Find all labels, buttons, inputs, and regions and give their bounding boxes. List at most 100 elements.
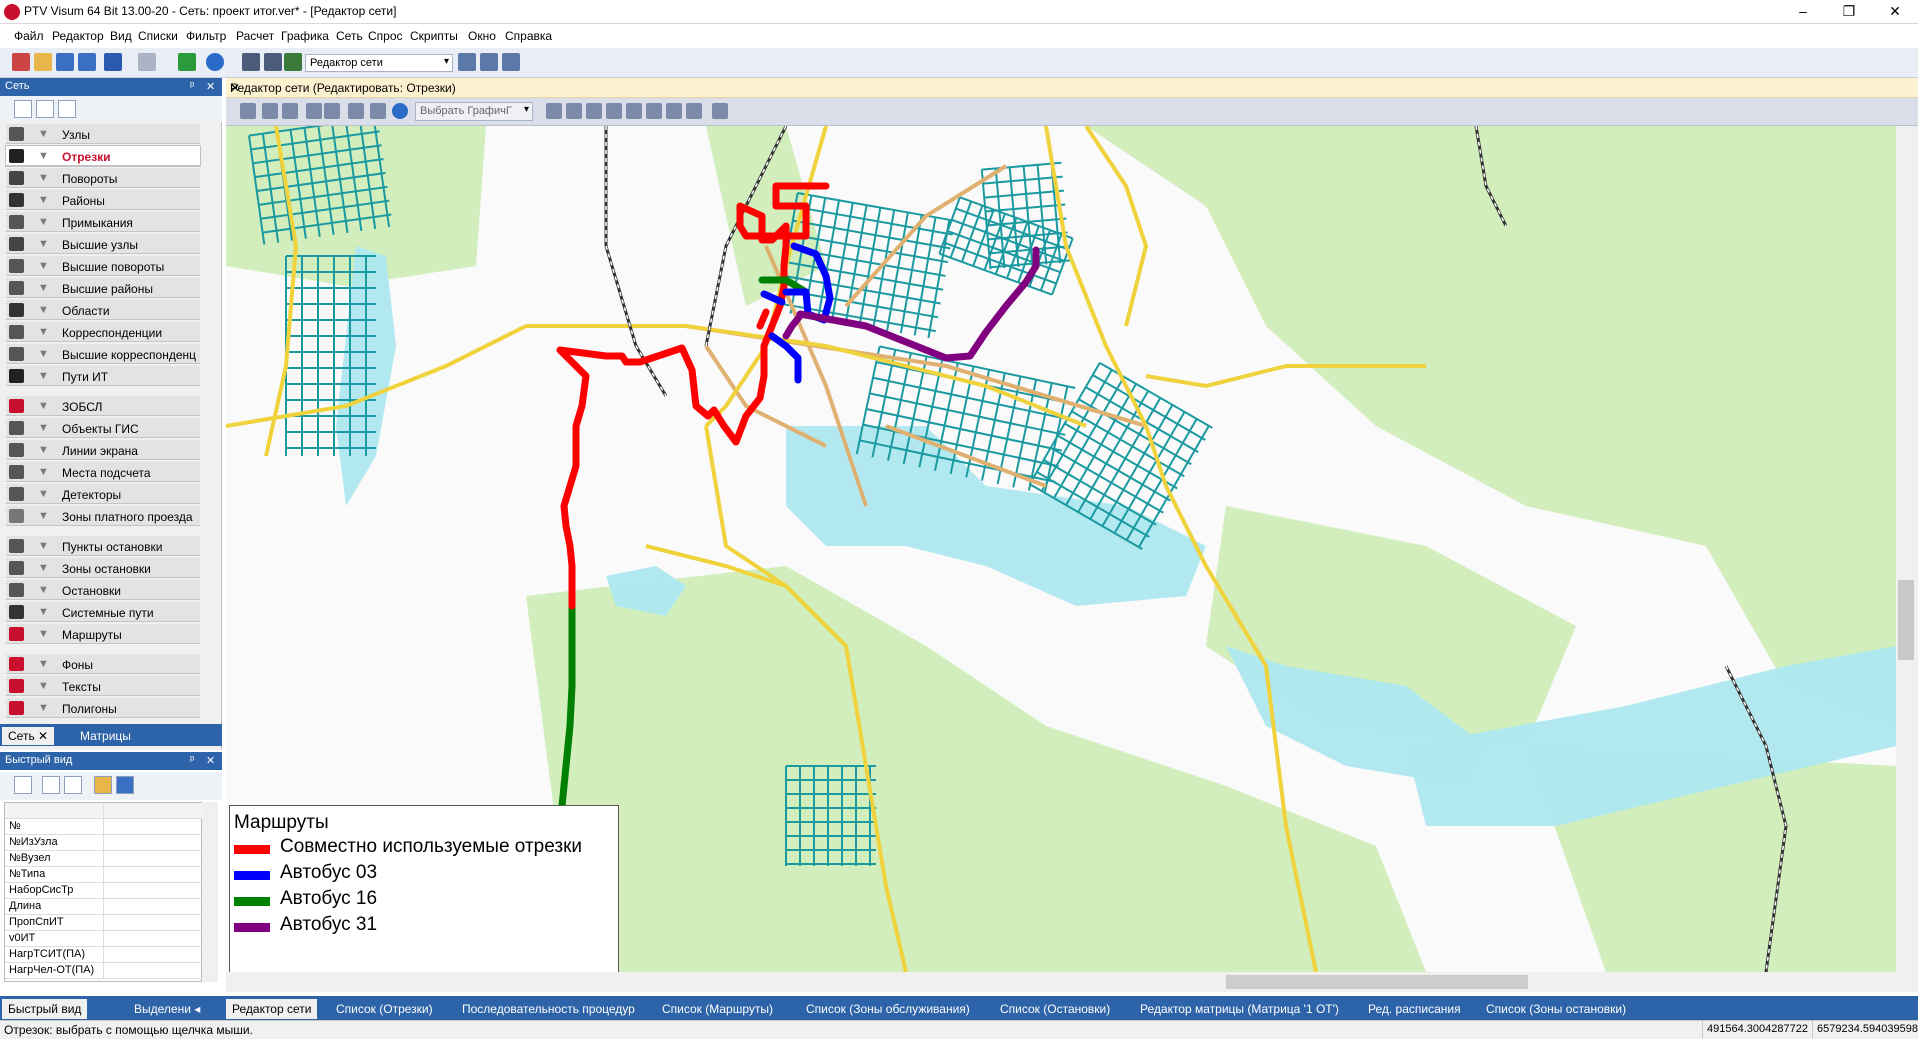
filter-icon[interactable]: ▼ (38, 584, 49, 596)
paste-icon[interactable] (64, 776, 82, 794)
network-item[interactable]: ▼ Объекты ГИС (6, 418, 200, 438)
print-icon[interactable] (348, 103, 364, 119)
network-item[interactable]: ▼ Зоны остановки (6, 558, 200, 578)
menu-scripts[interactable]: Скрипты (410, 29, 458, 43)
network-item[interactable]: ▼ Районы (6, 190, 200, 210)
tab-matrix-editor[interactable]: Редактор матрицы (Матрица '1 ОТ') (1134, 999, 1345, 1019)
save-all-icon[interactable] (78, 53, 96, 71)
tab-network[interactable]: Сеть ✕ (2, 727, 55, 745)
open-icon[interactable] (94, 776, 112, 794)
route-icon[interactable] (324, 103, 340, 119)
filter-icon[interactable]: ▼ (38, 304, 49, 316)
attribute-row[interactable]: НаборСисТр (5, 883, 203, 899)
filter-icon[interactable]: ▼ (38, 658, 49, 670)
info-icon[interactable] (206, 53, 224, 71)
network-item[interactable]: ▼ Пункты остановки (6, 536, 200, 556)
edit-icon[interactable] (686, 103, 702, 119)
pan-hand-icon[interactable] (646, 103, 662, 119)
close-icon[interactable]: ✕ (206, 754, 215, 767)
attribute-row[interactable]: НагрЧел-ОТ(ПА) (5, 963, 203, 979)
map-settings-icon[interactable] (712, 103, 728, 119)
filter-icon[interactable]: ▼ (38, 260, 49, 272)
tab-links-list[interactable]: Список (Отрезки) (330, 999, 439, 1019)
tab-stops-list[interactable]: Список (Остановки) (994, 999, 1116, 1019)
network-item[interactable]: ▼ Узлы (6, 124, 200, 144)
attribute-row[interactable]: НагрТСИТ(ПА) (5, 947, 203, 963)
editor-mode-select[interactable]: Редактор сети (305, 54, 453, 72)
network-item[interactable]: ▼ Повороты (6, 168, 200, 188)
layout-single-icon[interactable] (458, 53, 476, 71)
camera-icon[interactable] (370, 103, 386, 119)
filter-icon[interactable]: ▼ (38, 562, 49, 574)
filter-icon[interactable]: ▼ (38, 370, 49, 382)
filter-icon[interactable]: ▼ (38, 348, 49, 360)
menu-editor[interactable]: Редактор (52, 29, 104, 43)
layout-vertical-icon[interactable] (502, 53, 520, 71)
network-item[interactable]: ▼ Детекторы (6, 484, 200, 504)
filter-icon[interactable]: ▼ (38, 172, 49, 184)
zoom-window-icon[interactable] (666, 103, 682, 119)
filter-icon[interactable]: ▼ (38, 628, 49, 640)
network-item[interactable]: ▼ Отрезки (5, 145, 201, 167)
undo-icon[interactable] (104, 53, 122, 71)
network-item[interactable]: ▼ Высшие узлы (6, 234, 200, 254)
pin-icon[interactable]: ᵖ (190, 754, 194, 766)
edit-attributes-icon[interactable] (14, 776, 32, 794)
network-item[interactable]: ▼ Области (6, 300, 200, 320)
tab-stop-areas-list[interactable]: Список (Зоны остановки) (1480, 999, 1632, 1019)
filter-icon[interactable]: ▼ (38, 128, 49, 140)
network-item[interactable]: ▼ Системные пути (6, 602, 200, 622)
filter-icon[interactable]: ▼ (38, 680, 49, 692)
filter-icon[interactable]: ▼ (38, 238, 49, 250)
attribute-row[interactable]: Длина (5, 899, 203, 915)
close-icon[interactable]: ✕ (206, 80, 215, 93)
map-horizontal-scroll-thumb[interactable] (1226, 975, 1528, 989)
filter-icon[interactable]: ▼ (38, 194, 49, 206)
attribute-row[interactable]: ПропСпИТ (5, 915, 203, 931)
open-folder-icon[interactable] (34, 53, 52, 71)
select-mode-icon[interactable] (36, 100, 54, 118)
filter-icon[interactable] (306, 103, 322, 119)
layout-horizontal-icon[interactable] (480, 53, 498, 71)
network-item[interactable]: ▼ ЗОБСЛ (6, 396, 200, 416)
tab-service-zones-list[interactable]: Список (Зоны обслуживания) (800, 999, 976, 1019)
tab-routes-list[interactable]: Список (Маршруты) (656, 999, 779, 1019)
tab-selection[interactable]: Выделени ◂ (128, 999, 206, 1019)
filter-icon[interactable]: ▼ (38, 606, 49, 618)
network-item[interactable]: ▼ Тексты (6, 676, 200, 696)
network-list-scrollbar[interactable] (204, 126, 220, 720)
binoculars-icon[interactable] (240, 103, 256, 119)
filter-icon[interactable]: ▼ (38, 510, 49, 522)
list-icon[interactable] (262, 103, 278, 119)
menu-filter[interactable]: Фильтр (186, 29, 226, 43)
filter-icon[interactable]: ▼ (38, 282, 49, 294)
spatial-select-icon[interactable] (58, 100, 76, 118)
map-horizontal-scrollbar[interactable] (226, 972, 1918, 992)
back-icon[interactable] (586, 103, 602, 119)
filter-icon[interactable]: ▼ (38, 216, 49, 228)
filter-icon[interactable]: ▼ (38, 488, 49, 500)
network-item[interactable]: ▼ Фоны (6, 654, 200, 674)
filter-icon[interactable]: ▼ (38, 326, 49, 338)
filter-icon[interactable]: ▼ (38, 466, 49, 478)
network-item[interactable]: ▼ Линии экрана (6, 440, 200, 460)
filter-icon[interactable]: ▼ (38, 422, 49, 434)
network-item[interactable]: ▼ Пути ИТ (6, 366, 200, 386)
network-item[interactable]: ▼ Полигоны (6, 698, 200, 718)
fit-icon[interactable] (626, 103, 642, 119)
run-icon[interactable] (178, 53, 196, 71)
menu-window[interactable]: Окно (468, 29, 496, 43)
close-icon[interactable]: ✕ (230, 81, 1912, 95)
redo-icon[interactable] (138, 53, 156, 71)
menu-lists[interactable]: Списки (138, 29, 178, 43)
layers-icon[interactable] (282, 103, 298, 119)
tab-quick-view[interactable]: Быстрый вид (2, 999, 88, 1019)
filter-icon[interactable]: ▼ (38, 444, 49, 456)
menu-demand[interactable]: Спрос (368, 29, 403, 43)
filter-icon[interactable]: ▼ (38, 540, 49, 552)
graphics-icon[interactable] (284, 53, 302, 71)
tab-matrices[interactable]: Матрицы (74, 727, 137, 745)
zoom-extent-icon[interactable] (546, 103, 562, 119)
network-item[interactable]: ▼ Зоны платного проезда (6, 506, 200, 526)
network-item[interactable]: ▼ Остановки (6, 580, 200, 600)
